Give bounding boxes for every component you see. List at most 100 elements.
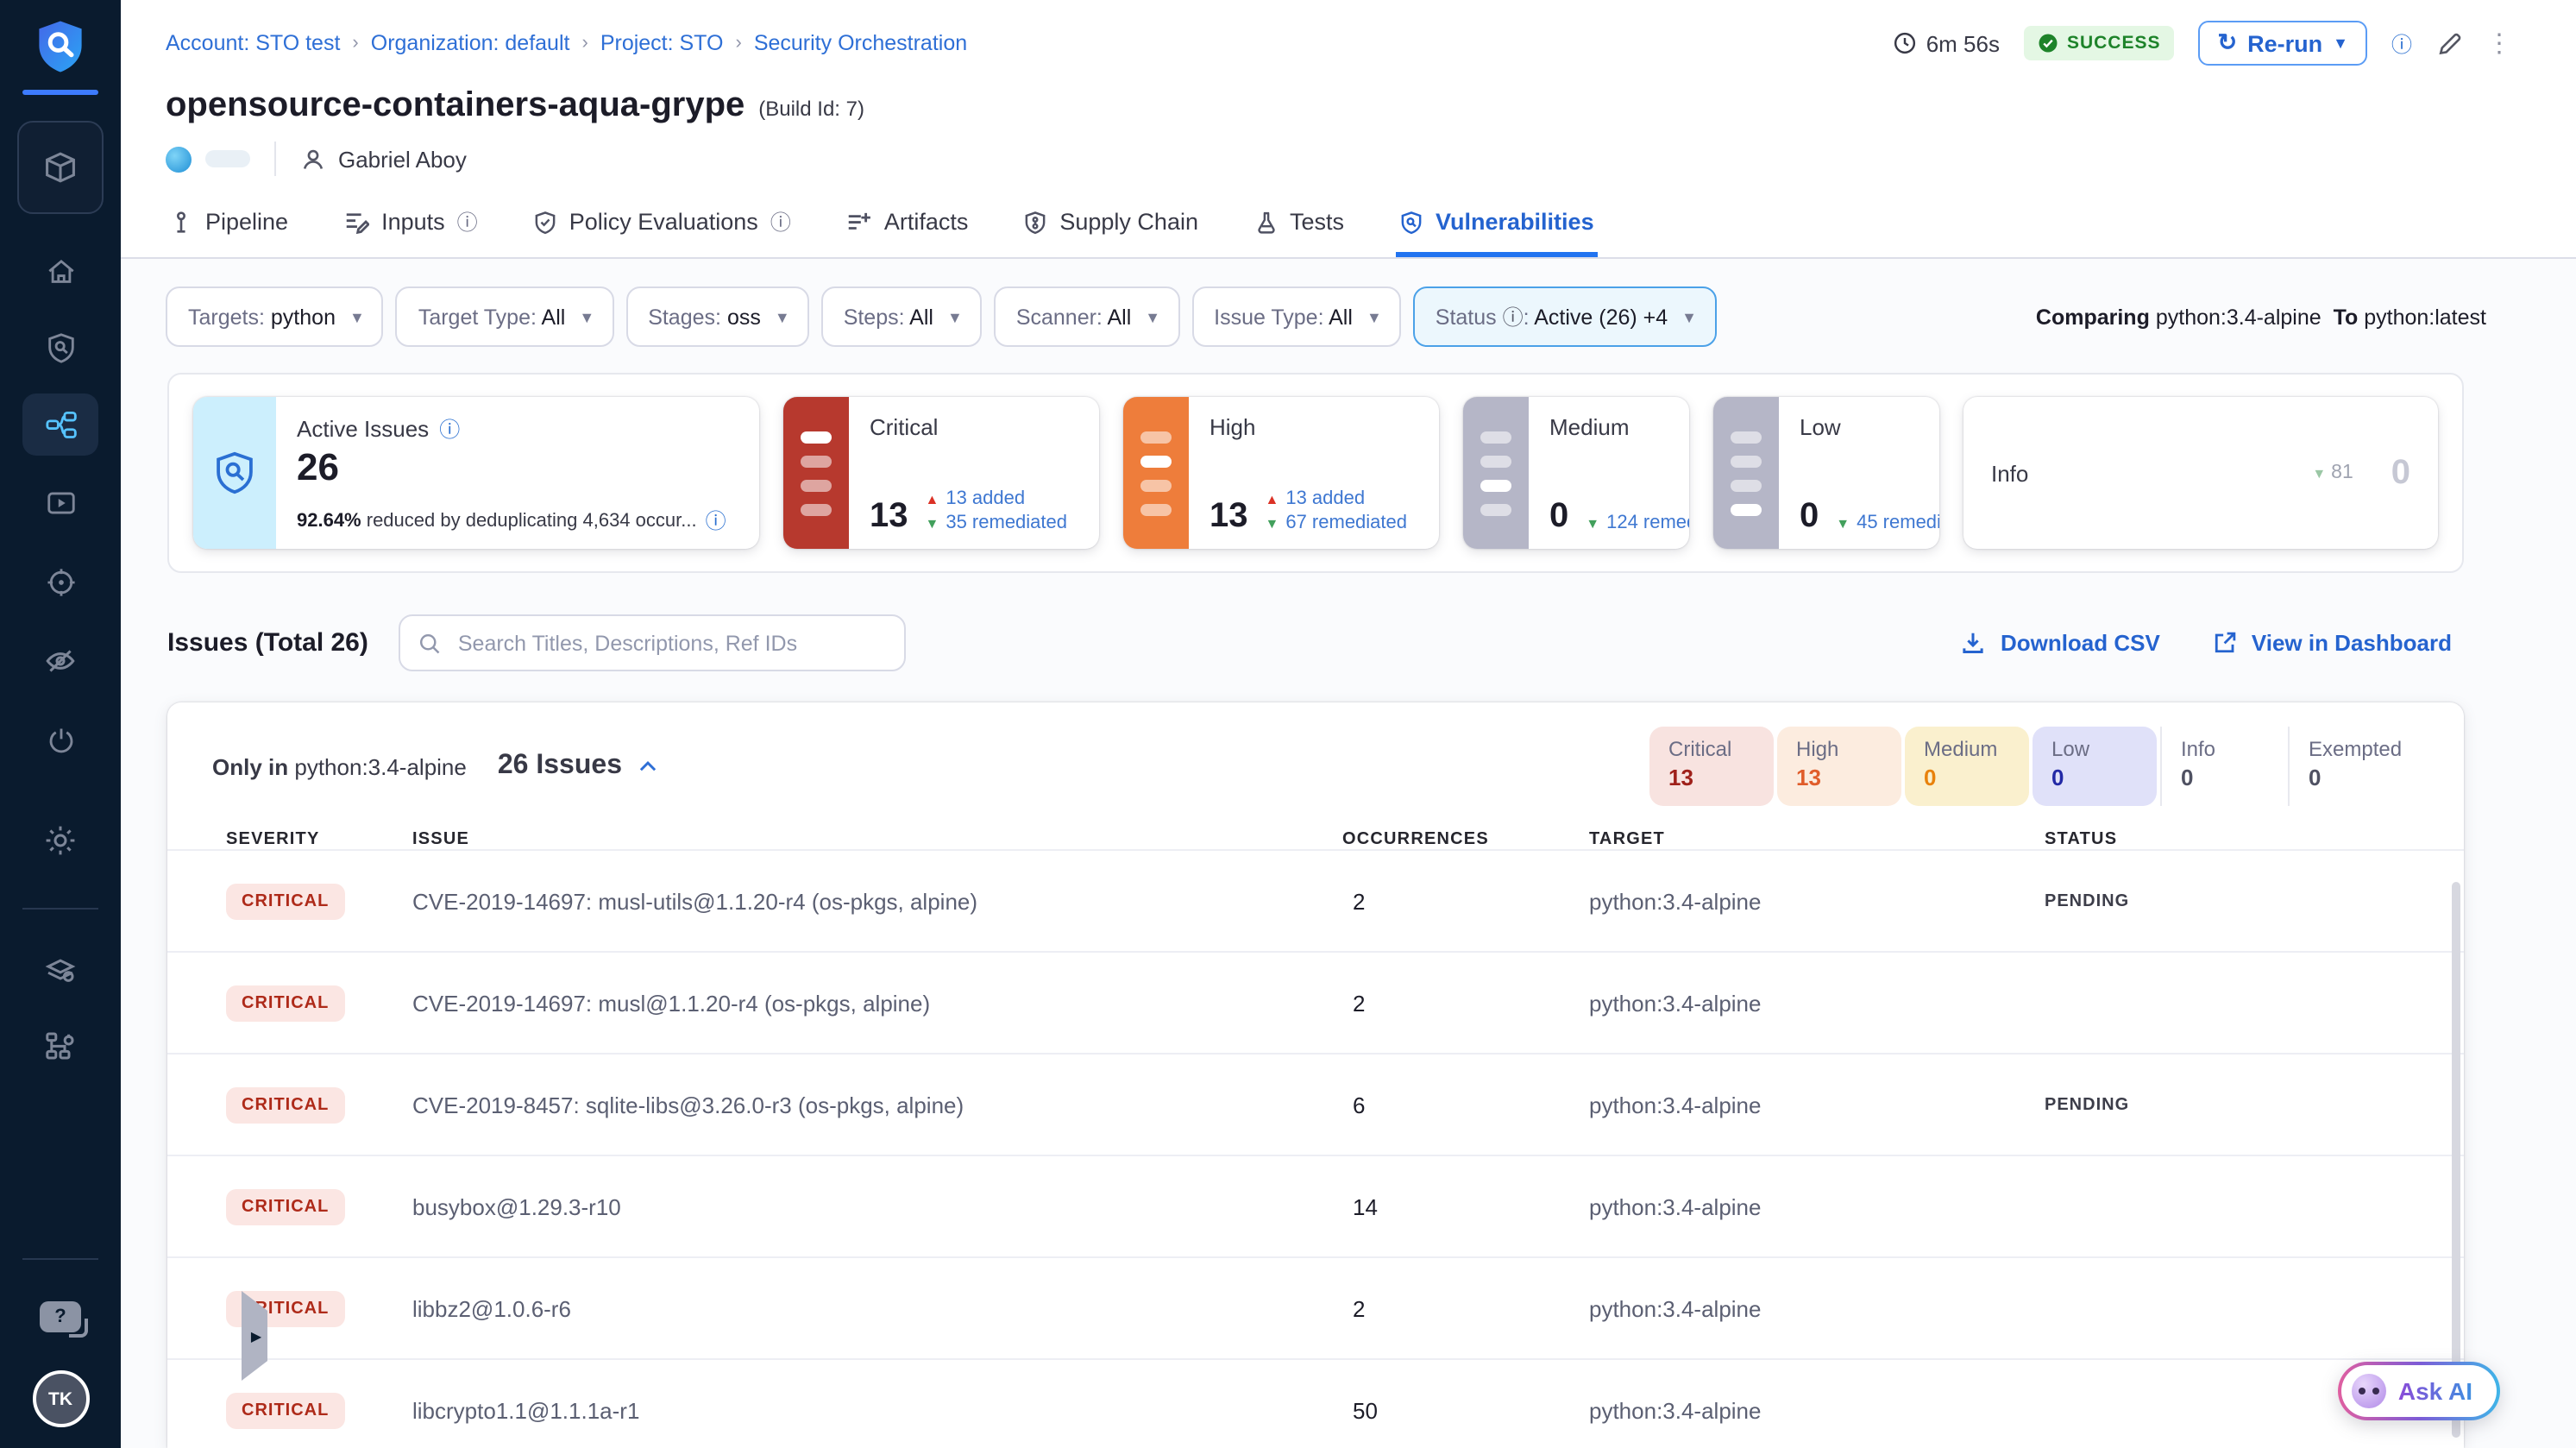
breadcrumb-account[interactable]: Account: STO test — [166, 31, 340, 55]
severity-badge: CRITICAL — [226, 1086, 344, 1123]
medium-card[interactable]: Medium 0 ▼124 remediated — [1463, 397, 1689, 549]
app-window: ? TK Account: STO test › Organization: d… — [0, 0, 2576, 1448]
sidebar-item-org-settings[interactable] — [22, 1017, 98, 1075]
issue-title[interactable]: CVE-2019-14697: musl-utils@1.1.20-r4 (os… — [412, 888, 1322, 914]
tab-policy-evaluations[interactable]: Policy Evaluations ⓘ — [530, 197, 795, 257]
sidebar-item-targets[interactable] — [22, 552, 98, 611]
search-icon — [418, 631, 443, 655]
search-input[interactable] — [455, 629, 888, 657]
tab-tests[interactable]: Tests — [1250, 197, 1348, 257]
breadcrumb: Account: STO test › Organization: defaul… — [166, 31, 967, 55]
target: python:3.4-alpine — [1589, 1092, 2045, 1117]
critical-added: ▲13 added — [926, 488, 1068, 509]
tab-pipeline[interactable]: Pipeline — [166, 197, 292, 257]
sidebar-item-pipelines[interactable] — [22, 393, 98, 456]
critical-card[interactable]: Critical 13 ▲13 added ▼35 remediated — [783, 397, 1099, 549]
trigger-avatar — [166, 146, 192, 172]
filters-row: Targets: python ▼ Target Type: All ▼ Sta… — [166, 286, 2486, 347]
active-issues-card[interactable]: Active Issues ⓘ 26 92.64% reduced by ded… — [193, 397, 759, 549]
view-in-dashboard-button[interactable]: View in Dashboard — [2212, 630, 2452, 656]
tab-artifacts[interactable]: Artifacts — [843, 197, 972, 257]
info-icon[interactable]: ⓘ — [2391, 28, 2412, 58]
sidebar-item-default-settings[interactable] — [22, 941, 98, 999]
filter-issue-type[interactable]: Issue Type: All ▼ — [1191, 286, 1401, 347]
info-card[interactable]: Info ▼81 0 — [1963, 397, 2438, 549]
filter-status[interactable]: Status ⓘ: Active (26) +4 ▼ — [1413, 286, 1716, 347]
issue-title[interactable]: libcrypto1.1@1.1.1a-r1 — [412, 1397, 1322, 1423]
filter-stages[interactable]: Stages: oss ▼ — [625, 286, 809, 347]
sidebar-item-executions[interactable] — [22, 473, 98, 532]
issues-table-card: Only in python:3.4-alpine 26 Issues Crit… — [167, 702, 2464, 1448]
occurrences: 2 — [1322, 990, 1589, 1016]
sidebar-item-settings[interactable] — [22, 811, 98, 870]
filter-steps[interactable]: Steps: All ▼ — [821, 286, 982, 347]
breadcrumb-separator: › — [352, 33, 358, 54]
info-icon[interactable]: ⓘ — [439, 414, 460, 444]
rerun-button[interactable]: ↻ Re-run ▼ — [2199, 21, 2367, 66]
critical-count: 13 — [870, 499, 908, 533]
tab-vulnerabilities[interactable]: Vulnerabilities — [1396, 197, 1598, 257]
chip-critical: Critical13 — [1649, 727, 1774, 806]
breadcrumb-module[interactable]: Security Orchestration — [754, 31, 967, 55]
target: python:3.4-alpine — [1589, 990, 2045, 1016]
table-row[interactable]: CRITICAL busybox@1.29.3-r10 14 python:3.… — [167, 1155, 2464, 1256]
sidebar-item-home[interactable] — [22, 242, 98, 300]
tab-inputs[interactable]: Inputs ⓘ — [340, 197, 481, 257]
filter-targets[interactable]: Targets: python ▼ — [166, 286, 384, 347]
sidebar-item-getting-started[interactable] — [22, 711, 98, 770]
chip-low: Low0 — [2033, 727, 2157, 806]
table-row[interactable]: CRITICAL CVE-2019-14697: musl-utils@1.1.… — [167, 849, 2464, 951]
edit-pipeline-button[interactable] — [2436, 30, 2462, 56]
user-avatar[interactable]: TK — [32, 1370, 89, 1427]
collapse-group-button[interactable] — [636, 755, 658, 778]
high-card[interactable]: High 13 ▲13 added ▼67 remediated — [1123, 397, 1439, 549]
issue-title[interactable]: CVE-2019-8457: sqlite-libs@3.26.0-r3 (os… — [412, 1092, 1322, 1117]
tab-bar: Pipeline Inputs ⓘ Policy Evaluations ⓘ A… — [166, 197, 2512, 257]
severity-chips: Critical13 High13 Medium0 Low0 Info0 Exe… — [1649, 727, 2412, 806]
chevron-down-icon: ▼ — [2333, 35, 2348, 52]
chip-exempted: Exempted0 — [2288, 727, 2412, 806]
pencil-icon — [2436, 30, 2462, 56]
issue-title[interactable]: busybox@1.29.3-r10 — [412, 1193, 1322, 1219]
filter-target-type[interactable]: Target Type: All ▼ — [396, 286, 613, 347]
info-icon: ⓘ — [1503, 305, 1524, 330]
filter-scanner[interactable]: Scanner: All ▼ — [994, 286, 1179, 347]
gear-icon — [43, 823, 78, 858]
ask-ai-button[interactable]: Ask AI — [2338, 1362, 2500, 1420]
chevron-down-icon: ▼ — [349, 308, 365, 325]
tab-supply-chain[interactable]: Supply Chain — [1020, 197, 1202, 257]
low-card[interactable]: Low 0 ▼45 remediated — [1713, 397, 1939, 549]
occurrences: 14 — [1322, 1193, 1589, 1219]
sidebar-item-scans[interactable] — [22, 318, 98, 376]
sidebar-item-security-review[interactable] — [22, 632, 98, 690]
high-remediated: ▼67 remediated — [1266, 513, 1408, 533]
sidebar-divider — [22, 1258, 98, 1260]
sto-logo-icon[interactable] — [35, 19, 86, 74]
comparing-label: Comparing python:3.4-alpine To python:la… — [2036, 305, 2486, 329]
breadcrumb-separator: › — [581, 33, 587, 54]
active-issues-count: 26 — [297, 447, 738, 488]
table-scrollbar[interactable] — [2452, 882, 2460, 1438]
breadcrumb-org[interactable]: Organization: default — [371, 31, 570, 55]
issues-search[interactable] — [399, 614, 907, 671]
issues-total-title: Issues (Total 26) — [167, 628, 368, 658]
issue-title[interactable]: libbz2@1.0.6-r6 — [412, 1295, 1322, 1321]
info-icon: ⓘ — [457, 207, 478, 236]
table-row[interactable]: CRITICAL libcrypto1.1@1.1.1a-r1 50 pytho… — [167, 1358, 2464, 1448]
issues-toolbar: Issues (Total 26) Download CSV View in D… — [167, 614, 2452, 671]
active-issues-title: Active Issues ⓘ — [297, 414, 738, 444]
target: python:3.4-alpine — [1589, 888, 2045, 914]
table-row[interactable]: CRITICAL libbz2@1.0.6-r6 2 python:3.4-al… — [167, 1256, 2464, 1358]
download-csv-button[interactable]: Download CSV — [1961, 630, 2160, 656]
medium-remediated: ▼124 remediated — [1586, 513, 1689, 533]
table-row[interactable]: CRITICAL CVE-2019-14697: musl@1.1.20-r4 … — [167, 951, 2464, 1053]
info-icon[interactable]: ⓘ — [706, 506, 726, 535]
module-selector-button[interactable] — [17, 121, 104, 214]
chevron-down-icon: ▼ — [1145, 308, 1160, 325]
breadcrumb-project[interactable]: Project: STO — [600, 31, 724, 55]
more-options-button[interactable]: ⋮ — [2486, 28, 2512, 59]
help-button[interactable]: ? — [22, 1287, 98, 1346]
table-row[interactable]: CRITICAL CVE-2019-8457: sqlite-libs@3.26… — [167, 1053, 2464, 1155]
issue-title[interactable]: CVE-2019-14697: musl@1.1.20-r4 (os-pkgs,… — [412, 990, 1322, 1016]
check-circle-icon — [2038, 33, 2058, 54]
